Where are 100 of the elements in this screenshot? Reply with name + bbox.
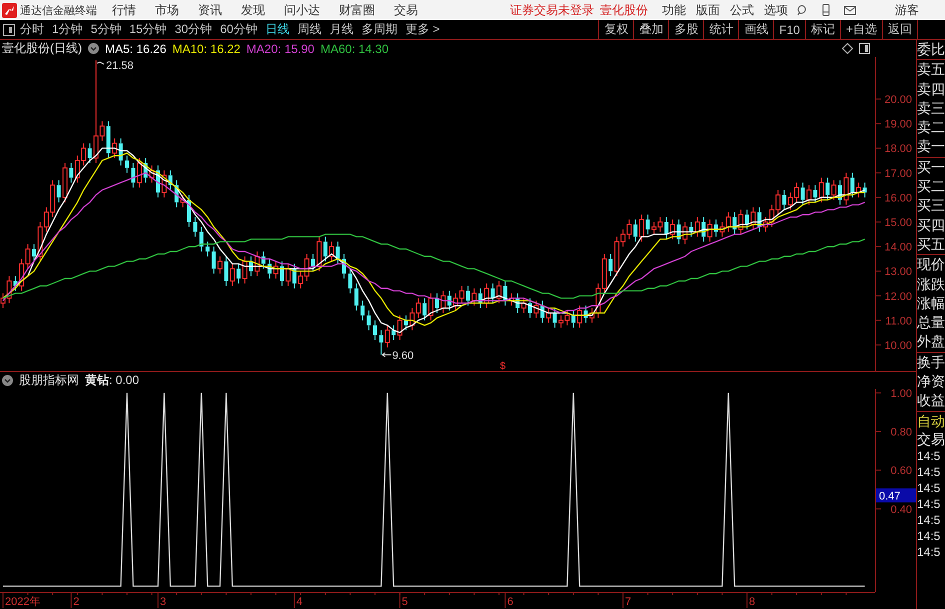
quote-field-label: 涨跌: [917, 274, 945, 294]
period-tab[interactable]: 30分钟: [174, 21, 212, 38]
menu-item[interactable]: 功能: [662, 2, 686, 18]
period-tab[interactable]: 5分钟: [90, 21, 122, 38]
trade-time: 14:5: [917, 496, 942, 512]
date-label: 6: [507, 596, 514, 608]
mode-label[interactable]: 自动: [917, 412, 945, 430]
candlestick: [348, 268, 352, 294]
candlestick: [62, 162, 68, 203]
axis-label: 17.00: [884, 168, 912, 180]
quote-field-label: 卖三: [917, 98, 945, 118]
candlestick: [496, 280, 502, 304]
indicator-title: 黄钻: 0.00: [85, 372, 140, 389]
axis-label: 15.00: [884, 217, 912, 229]
candlestick: [280, 260, 284, 286]
period-tab[interactable]: 多周期: [361, 21, 398, 38]
candlestick: [311, 253, 315, 272]
phone-icon[interactable]: [820, 4, 832, 16]
toolbar-button[interactable]: 复权: [598, 20, 634, 39]
toolbar-button[interactable]: 统计: [703, 20, 738, 39]
axis-label: 12.00: [884, 290, 912, 303]
envelope-icon[interactable]: [844, 4, 856, 16]
menu-item[interactable]: 交易: [394, 2, 418, 18]
status-text[interactable]: 证券交易未登录: [510, 2, 594, 18]
quote-field-label: 换手: [917, 352, 945, 372]
axis-label: 10.00: [884, 340, 912, 352]
quote-field-label: 买二: [917, 177, 945, 196]
period-tab[interactable]: 15分钟: [129, 21, 167, 38]
high-price-label: 21.58: [106, 60, 134, 72]
speech-bubble-icon[interactable]: [796, 4, 808, 16]
menu-item[interactable]: 问小达: [284, 2, 320, 18]
candlestick: [806, 184, 812, 206]
date-label: 8: [749, 596, 756, 608]
toolbar-button[interactable]: 标记: [804, 20, 840, 39]
menu-item[interactable]: 财富圈: [339, 2, 375, 18]
period-tab[interactable]: 周线: [297, 21, 322, 38]
axis-label: 0.80: [890, 426, 912, 439]
toolbar-button[interactable]: 画线: [738, 20, 774, 39]
quote-field-label: 涨幅: [917, 294, 945, 313]
axis-label: 16.00: [884, 192, 912, 204]
quote-field-label: 卖二: [917, 118, 945, 138]
quote-field-label: 卖四: [917, 80, 945, 99]
quote-field-label: 收益: [917, 391, 945, 410]
toolbar-button[interactable]: 多股: [668, 20, 704, 39]
candlestick: [682, 222, 688, 245]
quote-field-label: 卖一: [917, 137, 945, 156]
date-label: 5: [402, 596, 408, 608]
chevron-circle-icon[interactable]: [2, 375, 13, 386]
period-tab[interactable]: 日线: [265, 21, 290, 38]
period-tab[interactable]: 分时: [20, 21, 44, 38]
panel-toggle-icon[interactable]: [3, 24, 15, 36]
candlestick: [373, 320, 377, 341]
chevron-circle-icon[interactable]: [88, 43, 99, 54]
candlestick: [360, 300, 365, 321]
candlestick: [528, 298, 532, 318]
menu-item[interactable]: 选项: [764, 2, 788, 18]
axis-label: 14.00: [884, 242, 912, 254]
quote-field-label: 总量: [917, 313, 945, 332]
quote-field-label: 委比: [917, 40, 945, 59]
period-tab[interactable]: 月线: [329, 21, 354, 38]
quote-field-label: 净资: [917, 372, 945, 392]
quote-field-label: 买四: [917, 216, 945, 235]
moving-average-label: MA10: 16.22: [172, 42, 240, 56]
quote-field-label: 现价: [917, 255, 945, 274]
date-label: 2: [73, 596, 80, 608]
toolbar-button[interactable]: 叠加: [633, 20, 668, 39]
user-name[interactable]: 游客: [895, 2, 919, 18]
axis-label: 0.40: [890, 504, 912, 516]
candlestick: [212, 246, 216, 274]
quote-field-label: 买三: [917, 196, 945, 216]
quote-field-label: 卖五: [917, 60, 945, 80]
status-text[interactable]: 壹化股份: [600, 2, 648, 18]
period-tab[interactable]: 更多 >: [405, 21, 440, 38]
menu-item[interactable]: 行情: [112, 2, 136, 18]
toolbar-button[interactable]: +自选: [840, 20, 882, 39]
menu-item[interactable]: 市场: [155, 2, 179, 18]
moving-average-label: MA20: 15.90: [246, 42, 314, 56]
menu-item[interactable]: 版面: [696, 2, 720, 18]
moving-average-label: MA5: 16.26: [105, 42, 166, 56]
candlestick: [206, 241, 210, 257]
leader-arrow: [382, 352, 392, 358]
candlestick: [193, 216, 198, 238]
toolbar-button[interactable]: 返回: [882, 20, 918, 39]
axis-label: 0.60: [890, 465, 912, 478]
menu-item[interactable]: 资讯: [198, 2, 222, 18]
toolbar-button[interactable]: F10: [773, 20, 805, 39]
menu-item[interactable]: 发现: [241, 2, 265, 18]
axis-label: 13.00: [884, 266, 912, 278]
axis-label: 20.00: [884, 94, 912, 106]
candlestick: [156, 164, 160, 198]
candlestick: [342, 253, 346, 280]
trade-time: 14:5: [917, 448, 942, 464]
panel-icon[interactable]: [859, 43, 870, 54]
diamond-icon[interactable]: [842, 43, 853, 54]
period-tab[interactable]: 60分钟: [220, 21, 258, 38]
menu-item[interactable]: 公式: [730, 2, 754, 18]
axis-label: 1.00: [890, 389, 912, 400]
period-tab[interactable]: 1分钟: [52, 21, 83, 38]
date-label: 4: [296, 596, 303, 608]
candlestick: [435, 292, 439, 314]
